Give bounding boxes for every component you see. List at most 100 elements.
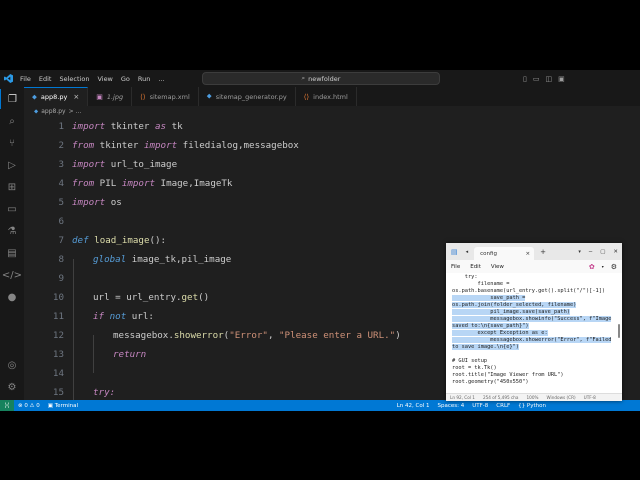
line-number: 7 (58, 235, 64, 246)
jupyter-icon[interactable]: ▤ (0, 243, 24, 263)
np-zoom[interactable]: 100% (523, 395, 543, 400)
line-number: 4 (58, 178, 64, 189)
indentation[interactable]: Spaces: 4 (434, 403, 469, 409)
tab-sitemap-generator-py[interactable]: ⬥ sitemap_generator.py (198, 87, 296, 106)
menu-edit[interactable]: Edit (35, 75, 56, 83)
layout-custom-icon[interactable]: ▣ (555, 75, 568, 83)
code-text: messagebox.showerror("Error", "Please en… (113, 330, 401, 341)
code-line: 3 import url_to_image (24, 155, 640, 174)
line-number: 14 (52, 368, 64, 379)
code-text: return (113, 349, 147, 360)
cursor-position[interactable]: Ln 42, Col 1 (393, 403, 434, 409)
code-text: import os (72, 197, 122, 208)
code-text: import tkinter as tk (72, 121, 183, 132)
line-number: 1 (58, 121, 64, 132)
maximize-icon[interactable]: ▢ (600, 249, 605, 255)
notepad-window[interactable]: ▤ ◂ config × + ▾ ─ ▢ ✕ File Edit View ✿ … (446, 243, 622, 401)
encoding[interactable]: UTF-8 (468, 403, 492, 409)
layout-panel-icon[interactable]: ▭ (530, 75, 543, 83)
menu-go[interactable]: Go (117, 75, 134, 83)
notepad-tab[interactable]: config × (474, 247, 535, 260)
remote-indicator-icon[interactable]: ⟩⟨ (0, 400, 14, 411)
code-text: global image_tk,pil_image (93, 254, 232, 265)
settings-gear-icon[interactable]: ⚙ (0, 377, 24, 397)
np-line-ending[interactable]: Windows (CR) (543, 395, 580, 400)
remote-explorer-icon[interactable]: ▭ (0, 199, 24, 219)
tab-list-icon[interactable]: ▾ (578, 249, 581, 255)
new-tab-icon[interactable]: + (540, 248, 546, 256)
source-control-icon[interactable]: ⑂ (0, 133, 24, 153)
tab-label: sitemap_generator.py (215, 92, 287, 101)
vscode-window: File Edit Selection View Go Run ... ← → … (0, 70, 640, 411)
layout-sidebar-icon[interactable]: ▯ (520, 75, 530, 83)
line-number: 10 (52, 292, 64, 303)
tab-app8-py[interactable]: ⬥ app8.py × (24, 87, 89, 106)
close-icon[interactable]: × (73, 93, 79, 101)
html-file-icon: ⟨⟩ (303, 92, 310, 101)
np-menu-file[interactable]: File (446, 264, 465, 270)
breadcrumb: ⬥ app8.py > ... (24, 106, 640, 117)
notepad-line-selected: to save image.\n{e}") (452, 344, 519, 350)
layout-split-icon[interactable]: ◫ (542, 75, 555, 83)
command-center-search[interactable]: ⌕ newfolder (202, 72, 440, 85)
close-icon[interactable]: × (526, 251, 531, 257)
extension-bot-icon[interactable]: ● (0, 287, 24, 307)
line-number: 15 (52, 387, 64, 398)
tab-index-html[interactable]: ⟨⟩ index.html (295, 87, 357, 106)
line-number: 2 (58, 140, 64, 151)
menu-selection[interactable]: Selection (55, 75, 93, 83)
python-file-icon: ⬥ (206, 92, 212, 100)
extensions-icon[interactable]: ⊞ (0, 177, 24, 197)
notepad-scrollbar[interactable] (618, 324, 620, 338)
menu-run[interactable]: Run (134, 75, 154, 83)
minimize-icon[interactable]: ─ (589, 249, 592, 255)
tab-sitemap-xml[interactable]: ⟨⟩ sitemap.xml (132, 87, 199, 106)
braces-icon: {} (518, 402, 527, 409)
terminal-button[interactable]: ▣ Terminal (44, 403, 82, 409)
code-text: if not url: (93, 311, 154, 322)
line-number: 3 (58, 159, 64, 170)
notepad-line: root.geometry("450x550") (452, 379, 529, 385)
notepad-app-icon: ▤ (451, 247, 458, 256)
code-icon[interactable]: </> (0, 265, 24, 285)
np-menu-view[interactable]: View (486, 264, 509, 270)
menu-view[interactable]: View (93, 75, 116, 83)
settings-gear-icon[interactable]: ⚙ (606, 263, 622, 271)
explorer-icon[interactable]: ❐ (0, 89, 24, 109)
line-number: 9 (58, 273, 64, 284)
search-text: newfolder (308, 74, 341, 83)
line-number: 13 (52, 349, 64, 360)
terminal-label: Terminal (54, 402, 78, 409)
code-text: try: (93, 387, 116, 398)
testing-icon[interactable]: ⚗ (0, 221, 24, 241)
tab-label: sitemap.xml (149, 92, 190, 101)
tab-scroll-left-icon[interactable]: ◂ (466, 249, 469, 255)
np-menu-edit[interactable]: Edit (465, 264, 486, 270)
np-cursor-position: Ln 92, Col 1 (450, 395, 475, 400)
activity-bar: ❐ ⌕ ⑂ ▷ ⊞ ▭ ⚗ ▤ </> ● ◎ ⚙ (0, 87, 24, 400)
python-file-icon: ⬥ (32, 92, 37, 101)
search-icon[interactable]: ⌕ (0, 111, 24, 131)
language-mode[interactable]: {} Python (514, 403, 550, 409)
account-icon[interactable]: ◎ (0, 355, 24, 375)
code-line: 1 import tkinter as tk (24, 117, 640, 136)
copilot-icon[interactable]: ✿ (584, 263, 600, 271)
run-debug-icon[interactable]: ▷ (0, 155, 24, 175)
line-number: 12 (52, 330, 64, 341)
title-bar: File Edit Selection View Go Run ... ← → … (0, 70, 640, 87)
language-label: Python (526, 402, 546, 409)
line-ending[interactable]: CRLF (492, 403, 514, 409)
search-icon: ⌕ (301, 74, 306, 82)
notepad-text-area[interactable]: try: filename = os.path.basename(url_ent… (446, 274, 622, 393)
menu-file[interactable]: File (16, 75, 35, 83)
tab-1-jpg[interactable]: ▣ 1.jpg (88, 87, 133, 106)
breadcrumb-rest[interactable]: > ... (69, 108, 82, 115)
code-line: 5 import os (24, 193, 640, 212)
menu-more[interactable]: ... (154, 75, 168, 83)
notepad-menubar: File Edit View ✿ ▾ ⚙ (446, 260, 622, 273)
window-close-icon[interactable]: ✕ (613, 249, 618, 255)
problems-indicator[interactable]: ⊗ 0 ⚠ 0 (14, 403, 44, 409)
np-encoding[interactable]: UTF-8 (580, 395, 600, 400)
breadcrumb-file[interactable]: app8.py (41, 108, 65, 115)
tab-label: 1.jpg (106, 92, 124, 101)
